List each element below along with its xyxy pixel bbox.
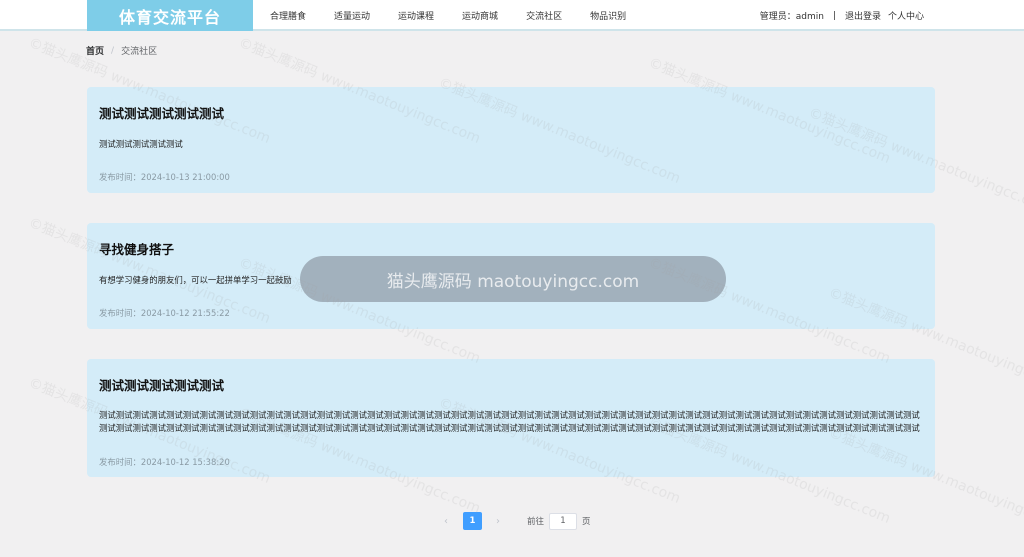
post-title: 测试测试测试测试测试	[99, 378, 225, 393]
nav-item-recognition[interactable]: 物品识别	[590, 9, 626, 22]
breadcrumb-home[interactable]: 首页	[86, 44, 104, 57]
goto-page-input[interactable]	[549, 512, 578, 530]
main-nav: 合理膳食 适量运动 运动课程 运动商城 交流社区 物品识别	[270, 0, 654, 31]
nav-item-courses[interactable]: 运动课程	[398, 9, 434, 22]
post-time: 发布时间：2024-10-13 21:00:00	[99, 172, 230, 182]
user-divider: |	[832, 10, 836, 21]
page-jumper: 前往 页	[527, 512, 591, 530]
nav-item-shop[interactable]: 运动商城	[462, 9, 498, 22]
prev-page-icon[interactable]: ‹	[437, 512, 455, 530]
post-title: 测试测试测试测试测试	[99, 106, 225, 121]
profile-link[interactable]: 个人中心	[888, 9, 924, 22]
admin-label: 管理员：admin	[759, 12, 824, 22]
goto-label: 前往	[527, 517, 545, 527]
site-logo[interactable]: 体育交流平台	[87, 0, 253, 31]
post-content: 测试测试测试测试测试测试测试测试测试测试测试测试测试测试测试测试测试测试测试测试…	[99, 410, 920, 433]
post-card[interactable]: 测试测试测试测试测试 测试测试测试测试测试 发布时间：2024-10-13 21…	[87, 87, 935, 193]
user-area: 管理员：admin | 退出登录 个人中心	[760, 0, 924, 31]
pagination: ‹ 1 › 前往 页	[0, 512, 1024, 530]
breadcrumb-separator: /	[111, 45, 115, 56]
post-content: 测试测试测试测试测试	[99, 139, 183, 149]
post-time: 发布时间：2024-10-12 15:38:20	[99, 457, 230, 467]
next-page-icon[interactable]: ›	[489, 512, 507, 530]
post-time: 发布时间：2024-10-12 21:55:22	[99, 308, 230, 318]
breadcrumb: 首页 / 交流社区	[86, 44, 158, 58]
nav-item-diet[interactable]: 合理膳食	[270, 9, 306, 22]
page-suffix: 页	[582, 517, 591, 527]
post-card[interactable]: 测试测试测试测试测试 测试测试测试测试测试测试测试测试测试测试测试测试测试测试测…	[87, 359, 935, 477]
nav-item-community[interactable]: 交流社区	[526, 9, 562, 22]
breadcrumb-current: 交流社区	[121, 47, 158, 57]
post-title: 寻找健身搭子	[99, 242, 175, 257]
logout-link[interactable]: 退出登录	[845, 9, 881, 22]
watermark-banner: 猫头鹰源码 maotouyingcc.com	[300, 256, 726, 302]
page-number-active[interactable]: 1	[463, 512, 482, 530]
nav-item-exercise[interactable]: 适量运动	[334, 9, 370, 22]
top-navbar: 体育交流平台 合理膳食 适量运动 运动课程 运动商城 交流社区 物品识别 管理员…	[0, 0, 1024, 31]
